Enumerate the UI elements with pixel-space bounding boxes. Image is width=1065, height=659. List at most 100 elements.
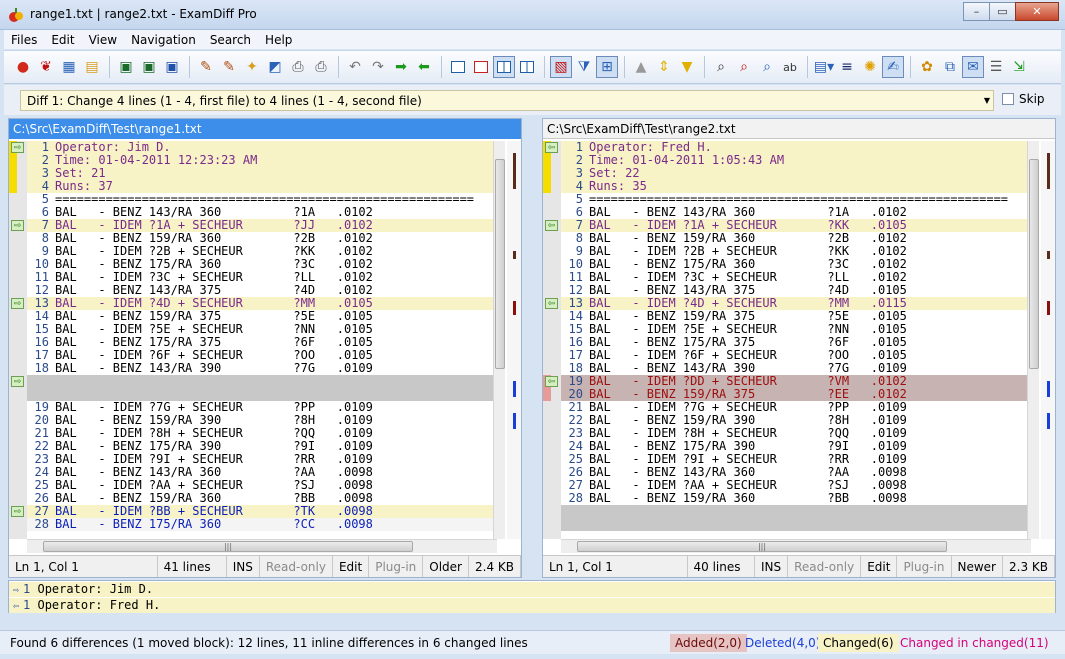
redo-icon[interactable]: ↷ xyxy=(367,56,389,78)
code-line[interactable]: 28 BAL - BENZ 159/RA 360 ?BB .0098 xyxy=(561,492,1031,505)
line-count: 40 lines xyxy=(688,556,755,577)
left-horizontal-scrollbar[interactable]: ||| xyxy=(27,539,497,553)
readonly-indicator: Read-only xyxy=(260,556,333,577)
copy-arrow-icon[interactable]: ⇨ xyxy=(11,142,24,153)
replace-icon[interactable]: ab xyxy=(779,56,801,78)
insert-mode: INS xyxy=(227,556,260,577)
new-file-icon[interactable]: ✦ xyxy=(241,56,263,78)
line-number: 18 xyxy=(34,361,49,375)
legend-deleted: Deleted(4,0) xyxy=(745,636,821,650)
compare-dirs-icon[interactable]: ▦ xyxy=(58,56,80,78)
save-icon[interactable]: ▣ xyxy=(115,56,137,78)
left-vertical-scrollbar[interactable] xyxy=(493,141,505,539)
arrow-left-icon: ⇦ xyxy=(12,601,20,612)
line-text: BAL - IDEM ?7G + SECHEUR ?PP .0109 xyxy=(55,400,373,414)
insert-mode: INS xyxy=(755,556,789,577)
maximize-button[interactable]: ▭ xyxy=(989,2,1016,21)
menu-navigation[interactable]: Navigation xyxy=(124,33,203,47)
copy-left-icon[interactable]: ⬅ xyxy=(413,56,435,78)
right-vertical-scrollbar[interactable] xyxy=(1027,141,1039,539)
copy-arrow-icon[interactable]: ⇨ xyxy=(11,376,24,387)
menu-edit[interactable]: Edit xyxy=(44,33,81,47)
undo-icon[interactable]: ↶ xyxy=(344,56,366,78)
compare-files-icon[interactable]: ● xyxy=(12,56,34,78)
legend-changed: Changed(6) xyxy=(818,634,899,652)
copy-arrow-icon[interactable]: ⇨ xyxy=(11,298,24,309)
show-diffs-icon[interactable]: ▧ xyxy=(550,56,572,78)
view-right-icon[interactable] xyxy=(470,56,492,78)
edit-left-icon[interactable]: ✎ xyxy=(195,56,217,78)
options-icon[interactable]: ✺ xyxy=(859,56,881,78)
code-line[interactable]: 18 BAL - BENZ 143/RA 390 ?7G .0109 xyxy=(27,362,497,375)
line-text: BAL - IDEM ?9I + SECHEUR ?RR .0109 xyxy=(55,452,373,466)
copy-arrow-icon[interactable]: ⇦ xyxy=(545,220,558,231)
view-split-icon[interactable] xyxy=(493,56,515,78)
line-text: ========================================… xyxy=(589,192,1009,206)
skip-checkbox[interactable]: Skip xyxy=(1002,92,1045,106)
code-line[interactable]: 28 BAL - BENZ 175/RA 360 ?CC .0098 xyxy=(27,518,497,531)
comment-icon[interactable]: ✉ xyxy=(962,56,984,78)
diff-dropdown[interactable]: Diff 1: Change 4 lines (1 - 4, first fil… xyxy=(20,90,994,111)
compare-cherry-icon[interactable]: ❦ xyxy=(35,56,57,78)
menu-help[interactable]: Help xyxy=(258,33,299,47)
current-diff-icon[interactable]: ⇕ xyxy=(653,56,675,78)
legend-changed-in-changed: Changed in changed(11) xyxy=(900,636,1049,650)
save-all-icon[interactable]: ▣ xyxy=(161,56,183,78)
view-options-icon[interactable]: ▤▾ xyxy=(813,56,835,78)
line-text: BAL - IDEM ?5E + SECHEUR ?NN .0105 xyxy=(589,322,907,336)
copy-arrow-icon[interactable]: ⇦ xyxy=(545,376,558,387)
left-diff-overview[interactable] xyxy=(507,141,521,539)
checkbox-box[interactable] xyxy=(1002,93,1014,105)
line-text: BAL - BENZ 175/RA 375 ?6F .0105 xyxy=(55,335,373,349)
right-horizontal-scrollbar[interactable]: ||| xyxy=(561,539,1031,553)
app-icon xyxy=(9,8,23,22)
right-file-path: C:\Src\ExamDiff\Test\range2.txt xyxy=(543,119,1055,139)
line-text: BAL - IDEM ?BB + SECHEUR ?TK .0098 xyxy=(55,504,373,518)
find-icon[interactable]: ⌕ xyxy=(710,56,732,78)
report-icon[interactable]: ◩ xyxy=(264,56,286,78)
merge-icon[interactable]: ⧉ xyxy=(939,56,961,78)
first-diff-icon[interactable]: ▲ xyxy=(630,56,652,78)
menu-search[interactable]: Search xyxy=(203,33,258,47)
print-icon[interactable]: ⎙ xyxy=(287,56,309,78)
copy-arrow-icon[interactable]: ⇦ xyxy=(545,298,558,309)
open-folder-icon[interactable]: ▤ xyxy=(81,56,103,78)
print-preview-icon[interactable]: ⎙ xyxy=(310,56,332,78)
compare-line-left: ⇨ 1 Operator: Jim D. xyxy=(9,582,1055,597)
export-icon[interactable]: ⇲ xyxy=(1008,56,1030,78)
close-button[interactable]: ✕ xyxy=(1015,2,1059,21)
save-right-icon[interactable]: ▣ xyxy=(138,56,160,78)
next-diff-icon[interactable]: ▼ xyxy=(676,56,698,78)
line-text: BAL - BENZ 143/RA 360 ?AA .0098 xyxy=(55,465,373,479)
plugins-icon[interactable]: ✿ xyxy=(916,56,938,78)
lines-icon[interactable]: ☰ xyxy=(985,56,1007,78)
age-indicator: Newer xyxy=(952,556,1003,577)
copy-arrow-icon[interactable]: ⇦ xyxy=(545,142,558,153)
copy-right-icon[interactable]: ➡ xyxy=(390,56,412,78)
view-left-icon[interactable] xyxy=(447,56,469,78)
right-diff-overview[interactable] xyxy=(1041,141,1055,539)
word-wrap-icon[interactable]: ≡ xyxy=(836,56,858,78)
skip-label: Skip xyxy=(1019,92,1045,106)
left-code-view[interactable]: 1 Operator: Jim D. 2 Time: 01-04-2011 12:23… xyxy=(27,141,497,539)
find-next-icon[interactable]: ⌕ xyxy=(733,56,755,78)
show-inline-icon[interactable]: ⊞ xyxy=(596,56,618,78)
line-text: BAL - BENZ 175/RA 375 ?6F .0105 xyxy=(589,335,907,349)
filter-icon[interactable]: ⧩ xyxy=(573,56,595,78)
minimize-button[interactable]: – xyxy=(963,2,990,21)
line-text: BAL - IDEM ?3C + SECHEUR ?LL .0102 xyxy=(589,270,907,284)
copy-arrow-icon[interactable]: ⇨ xyxy=(11,220,24,231)
right-status-bar: Ln 1, Col 1 40 lines INS Read-only Edit … xyxy=(543,555,1055,577)
chevron-down-icon[interactable]: ▼ xyxy=(978,90,996,111)
plugin-indicator: Plug-in xyxy=(369,556,424,577)
find-prev-icon[interactable]: ⌕ xyxy=(756,56,778,78)
menu-files[interactable]: Files xyxy=(4,33,44,47)
left-file-path: C:\Src\ExamDiff\Test\range1.txt xyxy=(9,119,521,139)
edit-right-icon[interactable]: ✎ xyxy=(218,56,240,78)
syntax-icon[interactable]: ✍ xyxy=(882,56,904,78)
view-horizontal-icon[interactable] xyxy=(516,56,538,78)
menu-view[interactable]: View xyxy=(82,33,124,47)
copy-arrow-icon[interactable]: ⇨ xyxy=(11,506,24,517)
right-code-view[interactable]: 1 Operator: Fred H. 2 Time: 01-04-2011 1:05… xyxy=(561,141,1031,539)
line-text: BAL - IDEM ?6F + SECHEUR ?OO .0105 xyxy=(55,348,373,362)
